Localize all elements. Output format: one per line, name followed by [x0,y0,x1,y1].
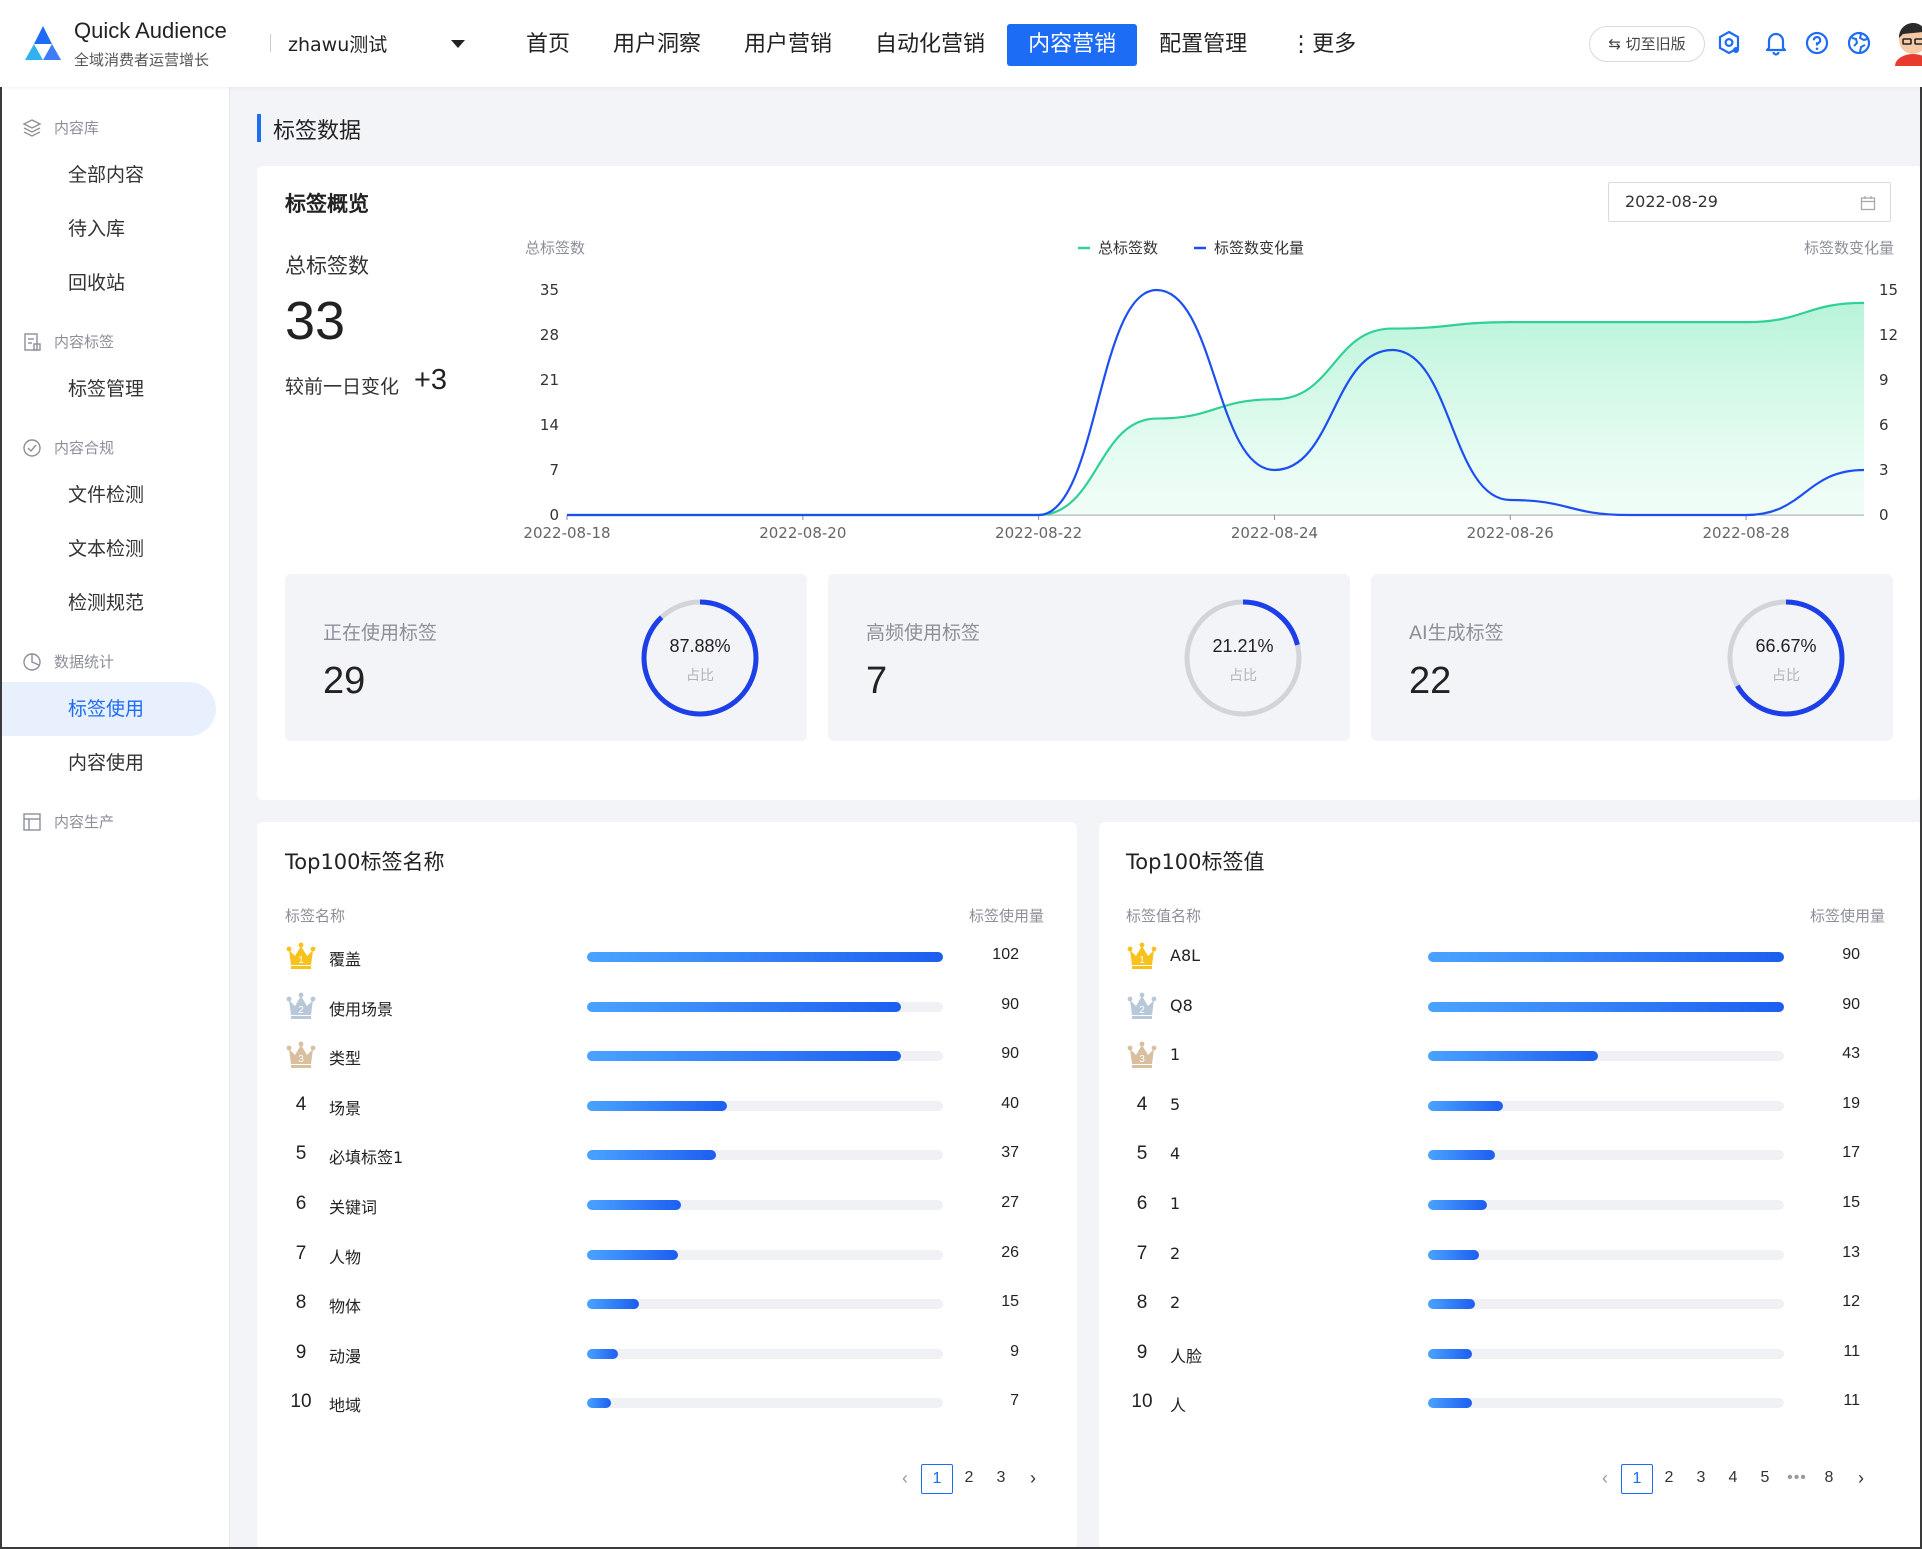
nav-item-0[interactable]: 首页 [505,24,591,66]
hexagon-settings-icon[interactable] [1716,30,1742,56]
nav-item-2[interactable]: 用户营销 [723,24,853,66]
help-icon[interactable] [1804,30,1830,56]
bell-icon[interactable] [1763,30,1789,56]
window-frame [0,0,1922,1549]
brand-title: Quick Audience [74,18,227,43]
top-header: Quick Audience 全域消费者运营增长 zhawu测试 首页 用户洞察用… [0,0,1922,87]
brand-subtitle: 全域消费者运营增长 [74,51,210,69]
logo-icon [25,26,61,60]
nav-item-4[interactable]: 内容营销 [1007,24,1138,66]
user-avatar[interactable] [1893,22,1922,66]
nav-item-6[interactable]: ⋮更多 [1269,24,1377,66]
nav-item-3[interactable]: 自动化营销 [854,24,1006,66]
nav-item-1[interactable]: 用户洞察 [592,24,722,66]
globe-icon[interactable] [1846,30,1872,56]
header-divider [270,34,271,52]
caret-down-icon[interactable] [451,40,465,48]
switch-old-version-button[interactable]: ⇆ 切至旧版 [1589,26,1705,62]
main-nav: 首页 用户洞察 用户营销 自动化营销 内容营销 配置管理 ⋮更多 [505,24,1378,66]
nav-item-5[interactable]: 配置管理 [1138,24,1268,66]
workspace-selector[interactable]: zhawu测试 [288,30,387,57]
